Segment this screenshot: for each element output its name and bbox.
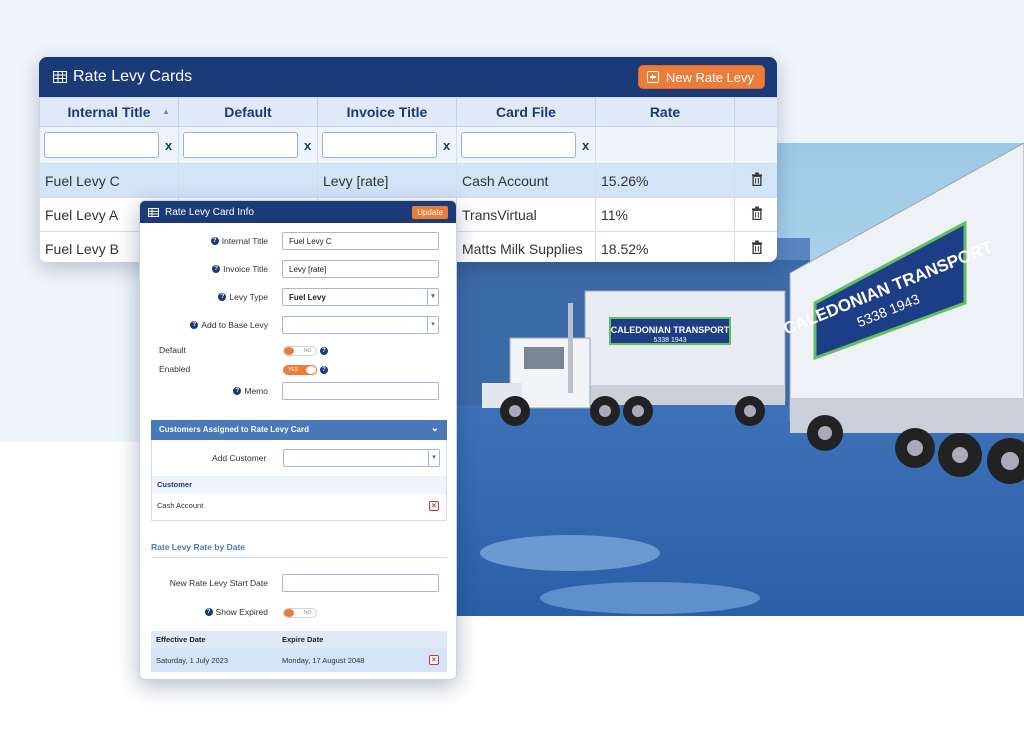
customer-row: Cash Account	[157, 501, 204, 510]
table-icon	[53, 71, 67, 83]
plus-icon	[646, 71, 659, 83]
default-label: Default	[159, 345, 186, 355]
filter-input-card-file[interactable]	[461, 132, 576, 158]
help-icon[interactable]: ?	[233, 387, 242, 395]
invoice-title-input[interactable]: Levy [rate]	[282, 260, 439, 278]
column-header-actions	[734, 97, 777, 127]
divider	[151, 557, 447, 558]
clear-filter-button[interactable]: x	[443, 138, 450, 153]
trash-icon[interactable]	[751, 240, 763, 254]
chevron-down-icon: ⌄	[430, 423, 439, 434]
memo-input[interactable]	[282, 382, 439, 400]
customer-column-header: Customer	[152, 476, 446, 494]
cell-rate: 15.26%	[595, 163, 735, 198]
cell-rate: 11%	[595, 197, 735, 232]
effective-date-cell: Saturday, 1 July 2023	[156, 656, 228, 665]
info-header: Rate Levy Card Info Update	[140, 201, 456, 223]
new-rate-levy-button[interactable]: New Rate Levy	[637, 65, 765, 89]
levy-type-select[interactable]: Fuel Levy	[282, 288, 439, 306]
cell-internal-title: Fuel Levy C	[39, 163, 179, 198]
customers-section-header[interactable]: Customers Assigned to Rate Levy Card ⌄	[151, 420, 447, 440]
levy-type-label: Levy Type	[229, 292, 268, 302]
expire-date-cell: Monday, 17 August 2048	[282, 656, 365, 665]
column-header-card-file[interactable]: Card File	[456, 97, 596, 127]
filter-input-invoice-title[interactable]	[322, 132, 437, 158]
table-icon	[148, 207, 159, 217]
cell-invoice-title: Levy [rate]	[317, 163, 457, 198]
add-to-base-levy-label: Add to Base Levy	[201, 320, 268, 330]
internal-title-label: Internal Title	[221, 236, 268, 246]
enabled-label: Enabled	[159, 364, 191, 374]
new-start-date-label: New Rate Levy Start Date	[169, 578, 268, 588]
help-icon[interactable]: ?	[190, 321, 199, 329]
rate-levy-card-info-window: Rate Levy Card Info Update ? Internal Tit…	[139, 200, 457, 680]
expire-date-header: Expire Date	[282, 635, 324, 644]
remove-customer-button[interactable]: ×	[429, 501, 439, 511]
column-header-rate[interactable]: Rate	[595, 97, 735, 127]
rate-dates-table: Effective Date Expire Date Saturday, 1 J…	[151, 631, 447, 672]
help-icon[interactable]: ?	[320, 347, 328, 355]
grid-title: Rate Levy Cards	[73, 68, 193, 85]
cell-default	[178, 163, 318, 198]
filter-input-internal-title[interactable]	[44, 132, 159, 158]
enabled-toggle[interactable]: YES	[283, 365, 317, 375]
rate-dates-header: Effective Date Expire Date	[151, 631, 447, 648]
column-header-internal-title[interactable]: Internal Title ▲	[39, 97, 179, 127]
clear-filter-button[interactable]: x	[582, 138, 589, 153]
remove-rate-button[interactable]: ×	[429, 655, 439, 665]
cell-card-file: Cash Account	[456, 163, 596, 198]
help-icon[interactable]: ?	[210, 237, 219, 245]
add-customer-select[interactable]	[283, 449, 440, 467]
cell-rate: 18.52%	[595, 231, 735, 262]
update-button[interactable]: Update	[412, 205, 448, 219]
sort-icon: ▲	[162, 107, 170, 116]
new-start-date-input[interactable]	[282, 574, 439, 592]
effective-date-header: Effective Date	[156, 635, 206, 644]
trailer-phone-text: 5338 1943	[653, 337, 686, 344]
trailer-logo-text: CALEDONIAN TRANSPORT	[611, 325, 730, 335]
cell-card-file: TransVirtual	[456, 197, 596, 232]
clear-filter-button[interactable]: x	[304, 138, 311, 153]
cell-card-file: Matts Milk Supplies	[456, 231, 596, 262]
help-icon[interactable]: ?	[212, 265, 221, 273]
customers-section-title: Customers Assigned to Rate Levy Card	[159, 425, 309, 434]
grid-header: Rate Levy Cards New Rate Levy	[39, 57, 777, 97]
default-toggle[interactable]: NO	[283, 346, 317, 356]
internal-title-input[interactable]: Fuel Levy C	[282, 232, 439, 250]
help-icon[interactable]: ?	[204, 608, 213, 616]
show-expired-toggle[interactable]: NO	[283, 608, 317, 618]
filter-row: x x x x	[39, 126, 777, 164]
column-header-invoice-title[interactable]: Invoice Title	[317, 97, 457, 127]
help-icon[interactable]: ?	[320, 366, 328, 374]
show-expired-label: Show Expired	[215, 607, 268, 617]
info-title: Rate Levy Card Info	[165, 206, 254, 218]
table-row[interactable]: Saturday, 1 July 2023 Monday, 17 August …	[151, 648, 447, 672]
memo-label: Memo	[244, 386, 268, 396]
new-rate-levy-label: New Rate Levy	[665, 69, 754, 85]
rate-by-date-heading: Rate Levy Rate by Date	[151, 542, 246, 552]
filter-input-default[interactable]	[183, 132, 298, 158]
add-to-base-levy-select[interactable]	[282, 316, 439, 334]
add-customer-label: Add Customer	[212, 453, 267, 463]
help-icon[interactable]: ?	[218, 293, 227, 301]
trash-icon[interactable]	[751, 206, 763, 220]
column-header-default[interactable]: Default	[178, 97, 318, 127]
clear-filter-button[interactable]: x	[165, 138, 172, 153]
table-row[interactable]: Fuel Levy C Levy [rate] Cash Account 15.…	[39, 163, 777, 198]
customers-section: Add Customer Customer Cash Account ×	[151, 440, 447, 521]
invoice-title-label: Invoice Title	[223, 264, 268, 274]
trash-icon[interactable]	[751, 172, 763, 186]
